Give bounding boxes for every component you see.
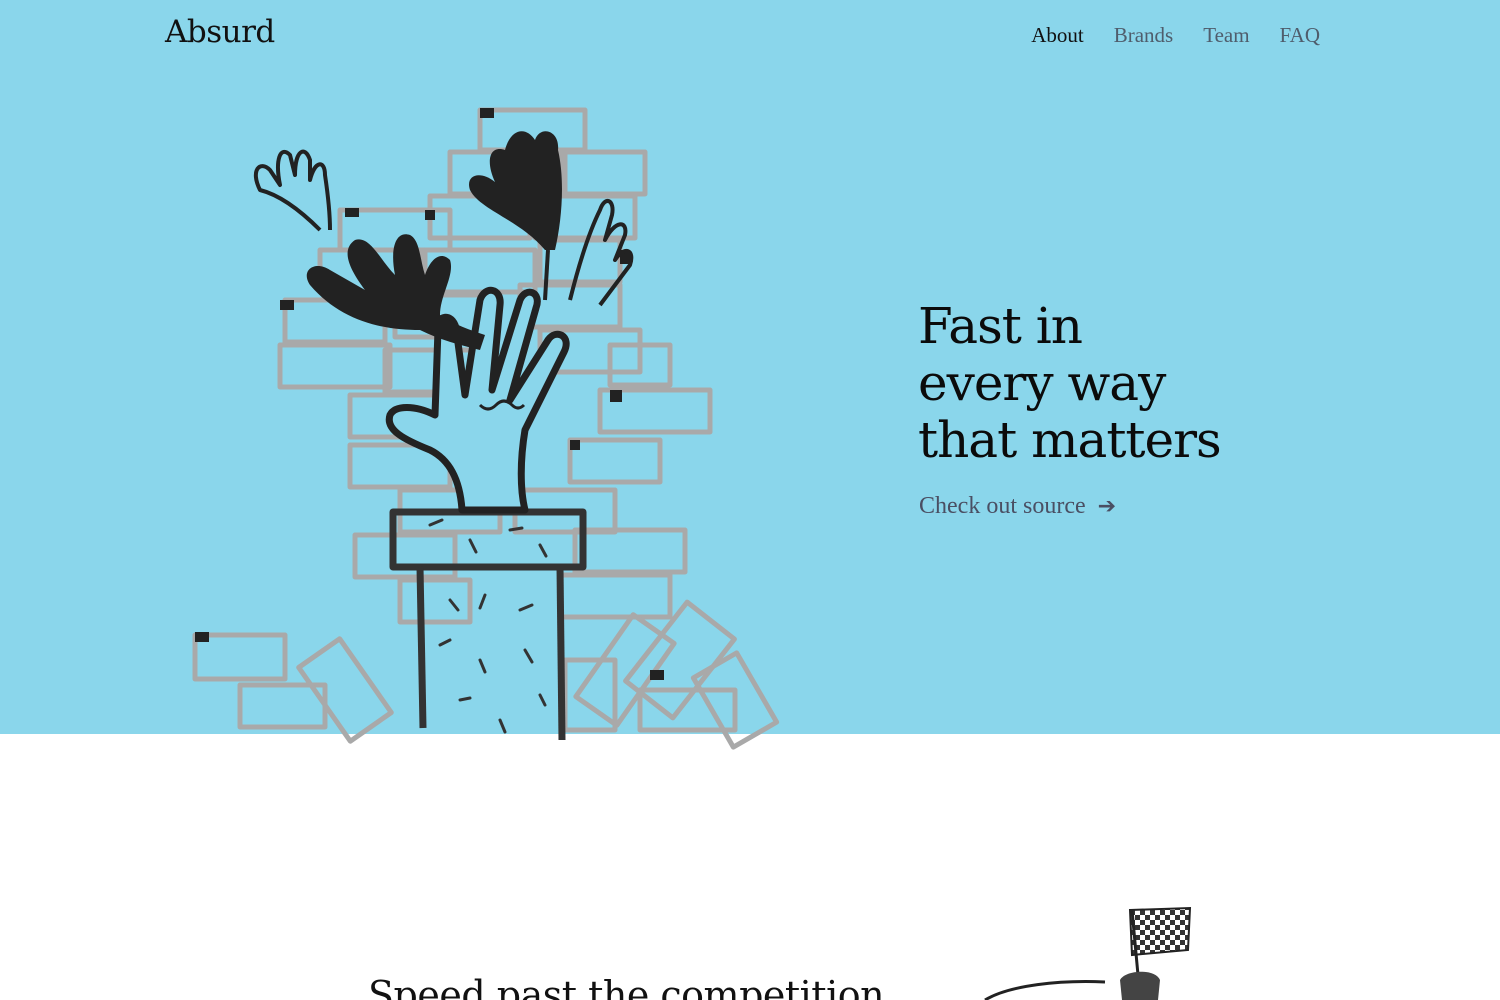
headline-line-2: every way bbox=[918, 354, 1166, 412]
hands-brick-wall-illustration bbox=[192, 107, 780, 750]
nav-link-brands[interactable]: Brands bbox=[1114, 23, 1174, 48]
site-logo[interactable]: Absurd bbox=[165, 14, 275, 50]
main-nav: About Brands Team FAQ bbox=[1031, 23, 1320, 48]
hero-section: Absurd About Brands Team FAQ Fast in eve… bbox=[0, 0, 1500, 750]
checkered-flag-illustration bbox=[984, 906, 1192, 1000]
nav-link-faq[interactable]: FAQ bbox=[1280, 23, 1320, 48]
nav-link-team[interactable]: Team bbox=[1203, 23, 1249, 48]
section-heading: Speed past the competition bbox=[368, 973, 885, 1000]
hero-headline: Fast in every way that matters bbox=[918, 298, 1278, 469]
check-out-source-link[interactable]: Check out source ➔ bbox=[919, 493, 1116, 520]
headline-line-3: that matters bbox=[918, 411, 1222, 469]
headline-line-1: Fast in bbox=[918, 297, 1083, 355]
nav-link-about[interactable]: About bbox=[1031, 23, 1084, 48]
cta-label: Check out source bbox=[919, 493, 1086, 519]
arrow-right-icon: ➔ bbox=[1097, 494, 1117, 519]
